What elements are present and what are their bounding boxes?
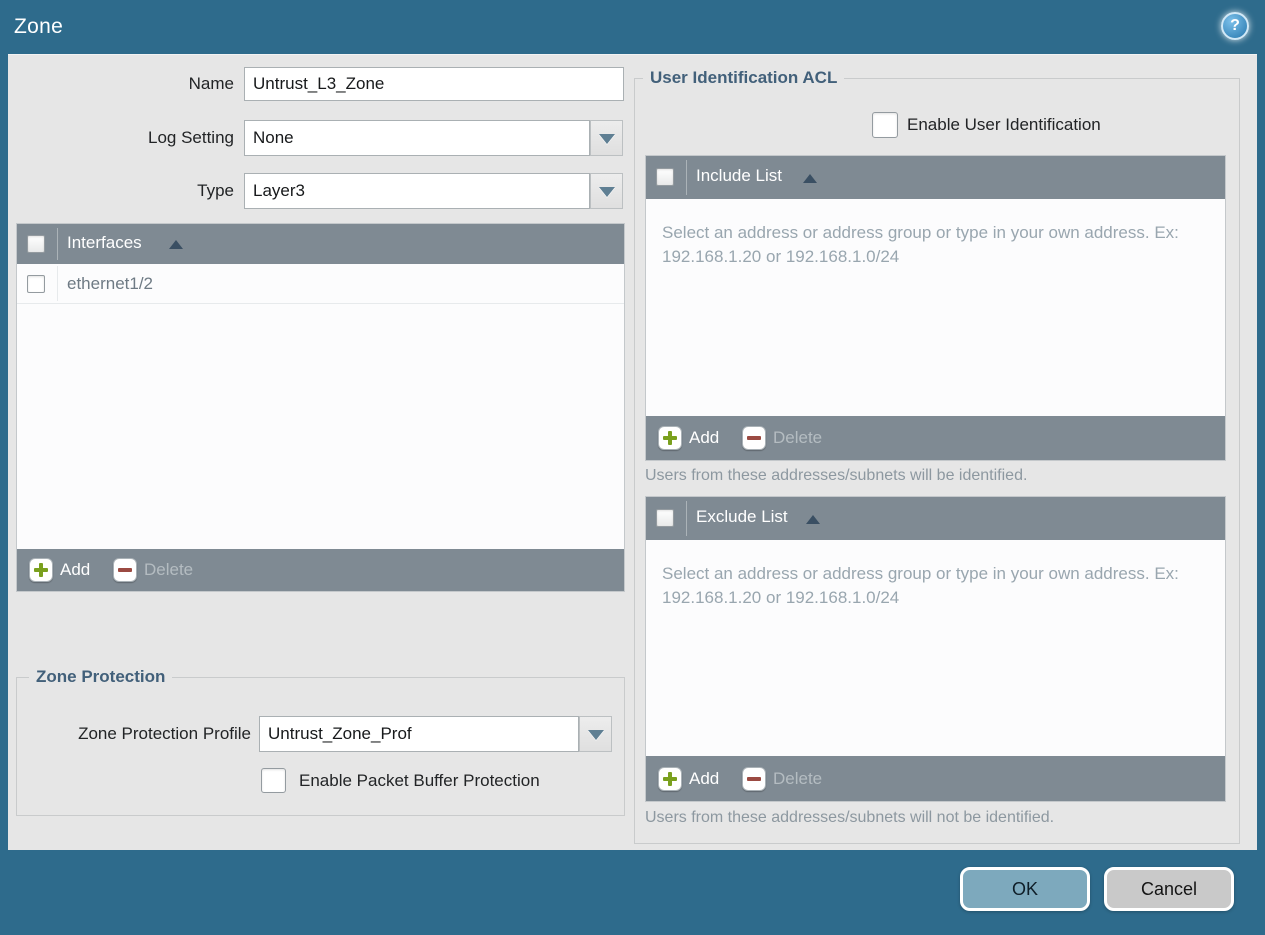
include-list-placeholder: Select an address or address group or ty… bbox=[662, 223, 1179, 266]
type-input[interactable] bbox=[244, 173, 590, 209]
dialog-title: Zone bbox=[14, 15, 64, 38]
include-list-table: Include List Select an address or addres… bbox=[645, 155, 1226, 461]
interfaces-table-body: ethernet1/2 bbox=[17, 264, 624, 549]
column-divider bbox=[686, 501, 687, 536]
exclude-list-header: Exclude List bbox=[646, 497, 1225, 540]
row-checkbox[interactable] bbox=[27, 275, 45, 293]
interfaces-select-all-checkbox[interactable] bbox=[27, 235, 45, 253]
sort-ascending-icon[interactable] bbox=[803, 174, 817, 183]
log-setting-dropdown-button[interactable] bbox=[590, 120, 623, 156]
dialog-titlebar: Zone ? bbox=[0, 0, 1265, 54]
log-setting-input[interactable] bbox=[244, 120, 590, 156]
column-divider bbox=[686, 160, 687, 195]
table-row[interactable]: ethernet1/2 bbox=[17, 264, 624, 304]
include-list-body[interactable]: Select an address or address group or ty… bbox=[646, 199, 1225, 416]
type-label: Type bbox=[197, 181, 234, 200]
zone-protection-profile-label: Zone Protection Profile bbox=[78, 724, 251, 743]
interfaces-column-header[interactable]: Interfaces bbox=[67, 233, 142, 253]
enable-user-identification-checkbox[interactable] bbox=[872, 112, 898, 138]
delete-button-label: Delete bbox=[773, 428, 823, 447]
user-identification-acl-legend: User Identification ACL bbox=[643, 68, 845, 88]
exclude-list-body[interactable]: Select an address or address group or ty… bbox=[646, 540, 1225, 756]
log-setting-label: Log Setting bbox=[147, 128, 234, 147]
packet-buffer-protection-checkbox[interactable] bbox=[261, 768, 286, 793]
packet-buffer-protection-label: Enable Packet Buffer Protection bbox=[299, 771, 540, 790]
delete-exclude-button[interactable]: Delete bbox=[742, 756, 822, 801]
exclude-list-placeholder: Select an address or address group or ty… bbox=[662, 564, 1179, 607]
chevron-down-icon bbox=[588, 730, 604, 740]
zone-dialog-body: Name Log Setting Type Interfaces etherne… bbox=[8, 54, 1257, 850]
add-include-button[interactable]: Add bbox=[658, 416, 719, 460]
column-divider bbox=[57, 228, 58, 260]
enable-user-identification-label: Enable User Identification bbox=[907, 115, 1101, 134]
include-list-column-header[interactable]: Include List bbox=[696, 166, 782, 186]
column-divider bbox=[57, 266, 58, 301]
delete-minus-icon bbox=[742, 426, 766, 450]
add-exclude-button[interactable]: Add bbox=[658, 756, 719, 801]
chevron-down-icon bbox=[599, 187, 615, 197]
add-button-label: Add bbox=[60, 560, 91, 579]
exclude-list-table: Exclude List Select an address or addres… bbox=[645, 496, 1226, 802]
add-interface-button[interactable]: Add bbox=[29, 549, 90, 591]
exclude-list-column-header[interactable]: Exclude List bbox=[696, 507, 788, 527]
cancel-button[interactable]: Cancel bbox=[1104, 867, 1234, 911]
delete-minus-icon bbox=[742, 766, 766, 791]
zone-protection-legend: Zone Protection bbox=[29, 667, 173, 687]
help-icon[interactable]: ? bbox=[1221, 12, 1249, 40]
include-select-all-checkbox[interactable] bbox=[656, 168, 674, 186]
add-plus-icon bbox=[658, 766, 682, 791]
delete-include-button[interactable]: Delete bbox=[742, 416, 822, 460]
delete-interface-button[interactable]: Delete bbox=[113, 549, 193, 591]
sort-ascending-icon[interactable] bbox=[806, 515, 820, 524]
interfaces-table: Interfaces ethernet1/2 Add Delete bbox=[16, 223, 625, 592]
exclude-select-all-checkbox[interactable] bbox=[656, 509, 674, 527]
type-dropdown-button[interactable] bbox=[590, 173, 623, 209]
sort-ascending-icon[interactable] bbox=[169, 240, 183, 249]
zone-protection-profile-input[interactable] bbox=[259, 716, 579, 752]
add-plus-icon bbox=[658, 426, 682, 450]
interfaces-table-header: Interfaces bbox=[17, 224, 624, 264]
add-plus-icon bbox=[29, 558, 53, 582]
user-identification-acl-section: User Identification ACL Enable User Iden… bbox=[634, 68, 1240, 844]
add-button-label: Add bbox=[689, 428, 720, 447]
exclude-list-toolbar: Add Delete bbox=[646, 756, 1225, 801]
interfaces-toolbar: Add Delete bbox=[17, 549, 624, 591]
ok-button[interactable]: OK bbox=[960, 867, 1090, 911]
delete-button-label: Delete bbox=[773, 768, 823, 788]
name-label: Name bbox=[188, 74, 234, 93]
name-input[interactable] bbox=[244, 67, 624, 101]
add-button-label: Add bbox=[689, 768, 720, 788]
zone-protection-profile-dropdown-button[interactable] bbox=[579, 716, 612, 752]
interface-name: ethernet1/2 bbox=[67, 274, 154, 293]
include-list-note: Users from these addresses/subnets will … bbox=[645, 467, 1028, 484]
exclude-list-note: Users from these addresses/subnets will … bbox=[645, 809, 1055, 826]
delete-minus-icon bbox=[113, 558, 137, 582]
zone-protection-section: Zone Protection Zone Protection Profile … bbox=[16, 667, 625, 816]
include-list-header: Include List bbox=[646, 156, 1225, 199]
include-list-toolbar: Add Delete bbox=[646, 416, 1225, 460]
chevron-down-icon bbox=[599, 134, 615, 144]
delete-button-label: Delete bbox=[144, 560, 194, 579]
